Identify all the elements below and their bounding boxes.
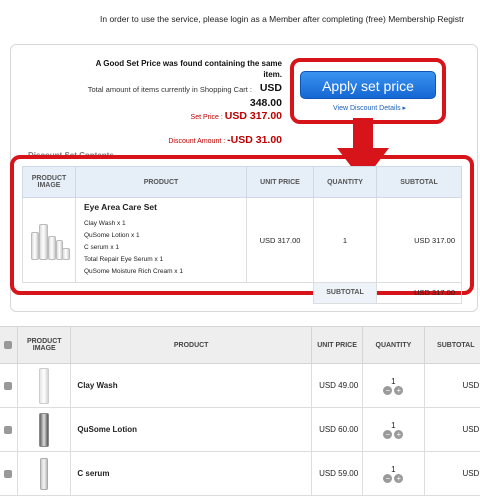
component-item: C serum x 1 — [84, 244, 120, 251]
component-item: QuSome Moisture Rich Cream x 1 — [84, 268, 183, 275]
set-unit-price: USD 317.00 — [246, 197, 314, 283]
delete-icon[interactable] — [4, 381, 13, 390]
cart-header-image: PRODUCT IMAGE — [17, 326, 72, 364]
set-price-row: Set Price : USD 317.00 — [191, 110, 282, 122]
login-notice: In order to use the service, please logi… — [100, 14, 465, 24]
cart-image-cell — [17, 451, 72, 496]
cart-total-label: Total amount of items currently in Shopp… — [87, 85, 252, 94]
cart-row: C serum USD 59.00 1−+ USD 5 — [0, 451, 480, 496]
quantity-value: 1 — [391, 420, 396, 430]
delete-icon[interactable] — [4, 425, 13, 434]
set-subtotal-label: SUBTOTAL — [313, 282, 377, 304]
apply-set-price-button[interactable]: Apply set price — [300, 71, 436, 99]
cart-header-unit-price: UNIT PRICE — [310, 326, 364, 364]
delete-icon[interactable] — [4, 469, 13, 478]
cart-subtotal: USD 4 — [423, 363, 480, 408]
header-subtotal: SUBTOTAL — [376, 166, 462, 198]
set-contents-table: PRODUCT IMAGE PRODUCT UNIT PRICE QUANTIT… — [22, 166, 462, 304]
quantity-value: 1 — [391, 464, 396, 474]
qusome-lotion-image — [39, 412, 50, 447]
set-price-value: USD 317.00 — [224, 110, 282, 122]
set-product-name: Eye Area Care Set — [84, 202, 157, 212]
set-image-cell — [22, 197, 76, 283]
cart-table-header: PRODUCT IMAGE PRODUCT UNIT PRICE QUANTIT… — [0, 326, 480, 364]
header-product-image: PRODUCT IMAGE — [22, 166, 76, 198]
set-subtotal-total: USD 317.00 — [376, 282, 462, 304]
cart-product-name[interactable]: C serum — [70, 451, 312, 496]
component-item: Total Repair Eye Serum x 1 — [84, 256, 164, 263]
cart-product-name[interactable]: Clay Wash — [70, 363, 312, 408]
quantity-stepper: 1− + — [362, 451, 425, 496]
cart-unit-price: USD 49.00 — [310, 363, 364, 408]
plus-icon[interactable]: + — [394, 473, 404, 483]
set-product-cell: Eye Area Care Set Clay Wash x 1 QuSome L… — [75, 197, 247, 283]
quantity-stepper: 1− + — [362, 407, 425, 452]
discount-value: -USD 31.00 — [227, 134, 282, 146]
plus-icon[interactable]: + — [394, 385, 404, 395]
header-quantity: QUANTITY — [313, 166, 377, 198]
discount-row: Discount Amount : -USD 31.00 — [168, 134, 282, 146]
cart-row: Clay Wash USD 49.00 1−+ USD 4 — [0, 363, 480, 408]
view-discount-details-link[interactable]: View Discount Details ▸ — [333, 104, 406, 112]
cart-unit-price: USD 59.00 — [310, 451, 364, 496]
set-row: Eye Area Care Set Clay Wash x 1 QuSome L… — [22, 197, 462, 283]
component-item: Clay Wash x 1 — [84, 220, 126, 227]
discount-label: Discount Amount : — [168, 138, 226, 145]
delete-icon[interactable] — [4, 341, 13, 349]
quantity-value: 1 — [391, 376, 396, 386]
clay-wash-image — [39, 367, 50, 404]
cart-product-name[interactable]: QuSome Lotion — [70, 407, 312, 452]
set-subtotal-row: SUBTOTAL USD 317.00 — [23, 282, 462, 304]
cart-total-value: 348.00 — [249, 97, 282, 109]
cart-subtotal: USD 6 — [423, 407, 480, 452]
minus-icon[interactable]: − — [383, 429, 393, 439]
cart-header-quantity: QUANTITY — [362, 326, 425, 364]
minus-icon[interactable]: − — [383, 473, 393, 483]
c-serum-image — [40, 457, 49, 490]
set-found-title-line2: item. — [263, 70, 282, 79]
quantity-stepper: 1− + — [362, 363, 425, 408]
cart-table: PRODUCT IMAGE PRODUCT UNIT PRICE QUANTIT… — [0, 326, 480, 496]
cart-total-currency: USD — [259, 82, 282, 94]
set-price-label: Set Price : — [190, 114, 223, 121]
header-unit-price: UNIT PRICE — [246, 166, 314, 198]
cart-row: QuSome Lotion USD 60.00 1−+ USD 6 — [0, 407, 480, 452]
cart-header-subtotal: SUBTOTAL — [423, 326, 480, 364]
cart-unit-price: USD 60.00 — [310, 407, 364, 452]
set-product-image — [29, 220, 70, 260]
plus-icon[interactable]: + — [394, 429, 404, 439]
cart-image-cell — [17, 407, 72, 452]
set-subtotal: USD 317.00 — [376, 197, 462, 283]
minus-icon[interactable]: − — [383, 385, 393, 395]
header-product: PRODUCT — [75, 166, 247, 198]
set-quantity: 1 — [313, 197, 377, 283]
set-table-header: PRODUCT IMAGE PRODUCT UNIT PRICE QUANTIT… — [22, 166, 462, 198]
cart-image-cell — [17, 363, 72, 408]
set-found-title: A Good Set Price was found containing th… — [95, 59, 282, 68]
cart-subtotal: USD 5 — [423, 451, 480, 496]
cart-header-product: PRODUCT — [70, 326, 312, 364]
component-item: QuSome Lotion x 1 — [84, 232, 140, 239]
